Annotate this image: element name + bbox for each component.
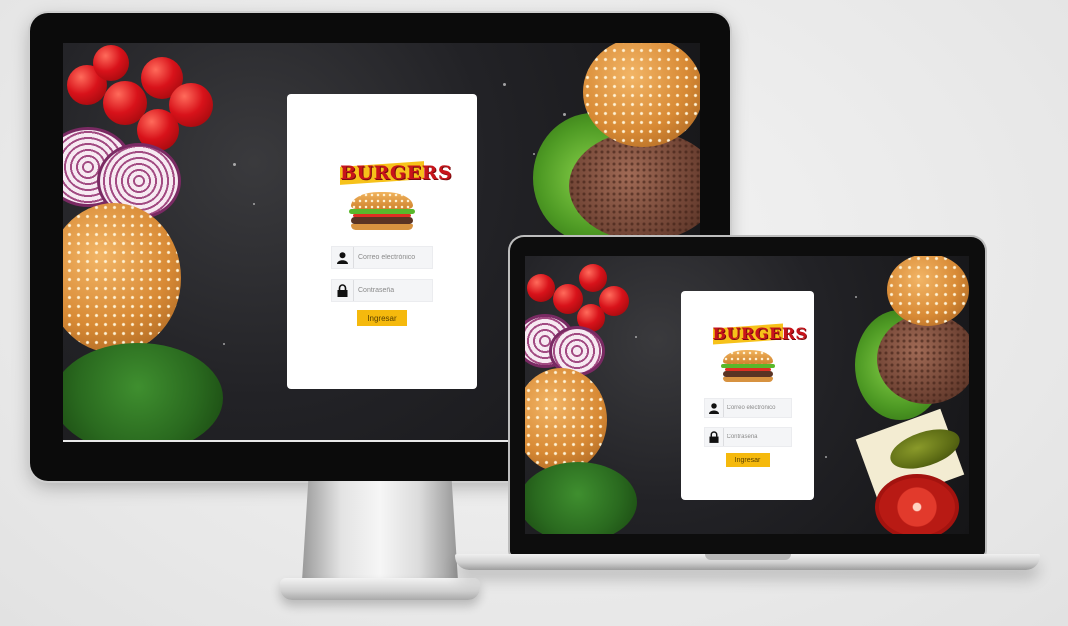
- salt-speck: [223, 343, 225, 345]
- cherry-tomato: [579, 264, 607, 292]
- beef-patty: [877, 314, 969, 404]
- password-field[interactable]: [703, 427, 792, 447]
- login-card: BURGERS Ingresar: [287, 94, 477, 389]
- user-icon: [332, 247, 354, 268]
- salt-speck: [825, 456, 827, 458]
- lock-icon: [705, 428, 724, 446]
- cherry-tomato: [93, 45, 129, 81]
- email-field[interactable]: [703, 398, 792, 418]
- sesame-bun-top: [583, 43, 700, 147]
- burger-icon: [720, 350, 775, 382]
- salt-speck: [533, 153, 535, 155]
- password-input[interactable]: [723, 434, 790, 440]
- burger-icon: [349, 192, 415, 230]
- burgers-logo: BURGERS: [712, 323, 808, 345]
- salt-speck: [233, 163, 236, 166]
- user-icon: [705, 399, 724, 417]
- email-input[interactable]: [723, 405, 790, 411]
- salt-speck: [635, 336, 637, 338]
- lock-icon: [332, 280, 354, 301]
- ingresar-button[interactable]: Ingresar: [357, 310, 407, 326]
- burgers-logo: BURGERS: [340, 160, 453, 186]
- sesame-bun-top: [887, 256, 969, 326]
- ingresar-button[interactable]: Ingresar: [725, 453, 770, 467]
- login-card: BURGERS Ingresar: [681, 291, 814, 500]
- salt-speck: [503, 83, 506, 86]
- monitor-stand: [302, 481, 458, 581]
- salt-speck: [563, 113, 566, 116]
- laptop-notch: [705, 554, 791, 560]
- logo-text: BURGERS: [340, 162, 453, 184]
- password-input[interactable]: [354, 287, 430, 294]
- salt-speck: [253, 203, 255, 205]
- salt-speck: [855, 296, 857, 298]
- laptop-screen: BURGERS Ingresar: [525, 256, 969, 534]
- password-field[interactable]: [331, 279, 433, 302]
- cherry-tomato: [527, 274, 555, 302]
- monitor-stand-base: [280, 578, 480, 600]
- logo-text: BURGERS: [712, 324, 808, 343]
- email-input[interactable]: [354, 254, 430, 261]
- tomato-slice: [875, 474, 959, 534]
- email-field[interactable]: [331, 246, 433, 269]
